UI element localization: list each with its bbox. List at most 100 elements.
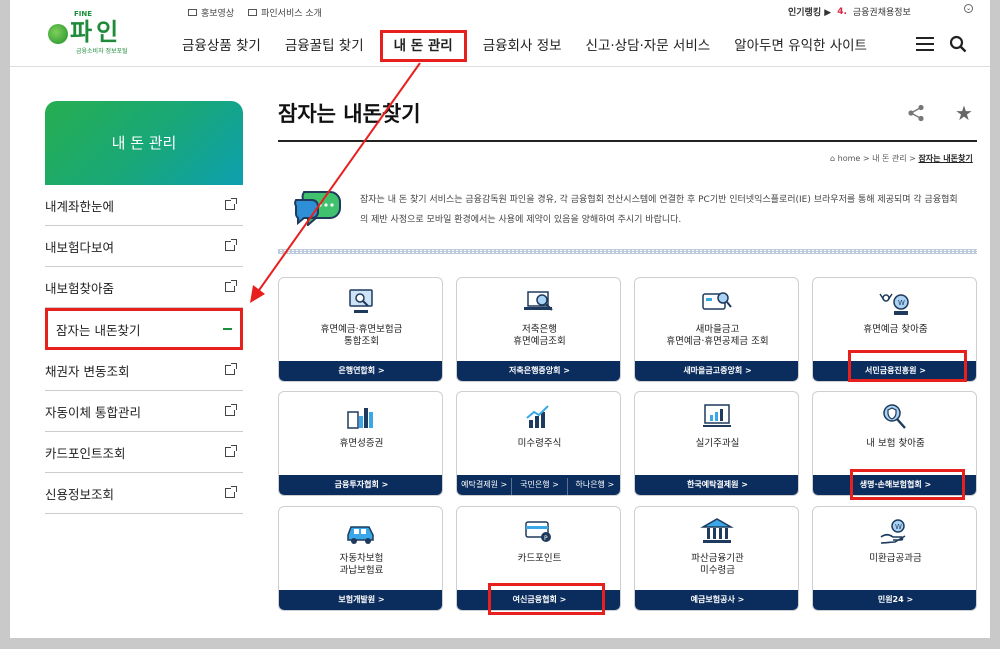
monitor-chart-icon [703, 404, 731, 427]
card-link[interactable]: 새마을금고중앙회 > [635, 361, 798, 381]
card-unclaimed-stock[interactable]: 미수령주식 예탁결제원 > 국민은행 > 하나은행 > [456, 391, 621, 496]
card-label: 휴면예금 찾아줌 [863, 324, 928, 335]
stock-chart-icon [526, 405, 549, 428]
nav-item-products[interactable]: 금융상품 찾기 [170, 30, 273, 62]
card-link[interactable]: 금융투자협회 > [279, 475, 442, 495]
external-link-icon [225, 280, 237, 292]
promo-video-link[interactable]: 홍보영상 [188, 6, 234, 19]
logo-subtitle: 금융소비자 정보포털 [76, 48, 128, 55]
sidebar-item-auto-transfer[interactable]: 자동이체 통합관리 [45, 391, 243, 432]
shield-search-icon [883, 404, 906, 429]
site-header: FINE 파인 금융소비자 정보포털 홍보영상 파인서비스 소개 인기랭킹 ▶ … [10, 0, 990, 67]
external-link-icon [225, 363, 237, 375]
main-nav: 금융상품 찾기 금융꿀팁 찾기 내 돈 관리 금융회사 정보 신고·상담·자문 … [170, 30, 879, 62]
card-link[interactable]: 국민은행 > [512, 478, 568, 495]
card-find-my-insurance[interactable]: 내 보험 찾아줌 생명·손해보험협회 > [812, 391, 977, 496]
sidebar-item-card-points[interactable]: 카드포인트조회 [45, 432, 243, 473]
logo-fine-text: FINE [74, 10, 93, 18]
sidebar-item-label: 잠자는 내돈찾기 [56, 322, 141, 338]
card-label: 미수령주식 [517, 438, 562, 449]
card-label: 휴면성증권 [339, 438, 384, 449]
ranking-label: 인기랭킹 ▶ [788, 8, 832, 18]
sidebar-item-label: 카드포인트조회 [45, 445, 126, 461]
bank-building-icon [700, 518, 734, 543]
sidebar-item-my-accounts[interactable]: 내계좌한눈에 [45, 185, 243, 226]
card-link[interactable]: 예금보험공사 > [635, 590, 798, 610]
menu-icon[interactable] [916, 37, 934, 51]
credit-card-icon: P [525, 521, 551, 542]
search-icon[interactable] [949, 35, 967, 53]
popular-ranking[interactable]: 인기랭킹 ▶ 4. 금융권채용정보 ⌄ [788, 4, 973, 18]
logo-name: 파인 [70, 18, 123, 46]
svg-text:P: P [544, 535, 548, 542]
card-link[interactable]: 예탁결제원 > [457, 478, 513, 495]
card-bankrupt-institution[interactable]: 파산금융기관 미수령금 예금보험공사 > [634, 506, 799, 611]
card-label: 휴면예금·휴면보험금 통합조회 [320, 324, 403, 347]
card-unrefunded-utilities[interactable]: W 미환급공과금 민원24 > [812, 506, 977, 611]
sidebar-item-label: 내보험찾아줌 [45, 280, 115, 296]
home-icon: ⌂ [830, 154, 836, 163]
sidebar-title: 내 돈 관리 [45, 101, 243, 185]
card-unclaimed-dividends[interactable]: 실기주과실 한국예탁결제원 > [634, 391, 799, 496]
sidebar-item-label: 내계좌한눈에 [45, 198, 115, 214]
card-card-points[interactable]: P 카드포인트 여신금융협회 > [456, 506, 621, 611]
chevron-down-icon[interactable]: ⌄ [964, 4, 973, 13]
nav-item-company-info[interactable]: 금융회사 정보 [471, 30, 574, 62]
page-title: 잠자는 내돈찾기 [278, 102, 421, 126]
site-logo[interactable]: FINE 파인 금융소비자 정보포털 [48, 10, 138, 55]
car-icon [347, 526, 374, 544]
svg-text:W: W [895, 523, 902, 531]
minus-icon [223, 328, 232, 330]
card-link[interactable]: 하나은행 > [568, 478, 620, 495]
sidebar-item-find-insurance[interactable]: 내보험찾아줌 [45, 267, 243, 308]
card-label: 내 보험 찾아줌 [866, 438, 925, 449]
video-icon [188, 9, 197, 16]
card-dormant-integrated[interactable]: 휴면예금·휴면보험금 통합조회 은행연합회 > [278, 277, 443, 382]
card-link[interactable]: 서민금융진흥원 > [813, 361, 976, 381]
browser-page: FINE 파인 금융소비자 정보포털 홍보영상 파인서비스 소개 인기랭킹 ▶ … [10, 0, 990, 638]
card-link[interactable]: 한국예탁결제원 > [635, 475, 798, 495]
service-intro-link[interactable]: 파인서비스 소개 [248, 6, 322, 19]
ranking-number: 4. [837, 6, 847, 17]
favorite-star-icon[interactable]: ★ [955, 101, 973, 125]
nav-item-report-service[interactable]: 신고·상담·자문 서비스 [574, 30, 723, 62]
laptop-search-icon [524, 291, 553, 311]
external-link-icon [225, 486, 237, 498]
sidebar: 내 돈 관리 내계좌한눈에 내보험다보여 내보험찾아줌 잠자는 내돈찾기 채권자… [45, 101, 243, 514]
breadcrumb-current[interactable]: 잠자는 내돈찾기 [918, 154, 972, 163]
card-link[interactable]: 여신금융협회 > [457, 590, 620, 610]
sidebar-item-my-insurance[interactable]: 내보험다보여 [45, 226, 243, 267]
card-link[interactable]: 저축은행중앙회 > [457, 361, 620, 381]
card-search-icon [702, 292, 732, 310]
card-link[interactable]: 생명·손해보험협회 > [813, 475, 976, 495]
sidebar-item-label: 내보험다보여 [45, 239, 115, 255]
card-dormant-securities[interactable]: 휴면성증권 금융투자협회 > [278, 391, 443, 496]
sidebar-item-creditor-change[interactable]: 채권자 변동조회 [45, 350, 243, 391]
card-find-dormant-deposit[interactable]: W 휴면예금 찾아줌 서민금융진흥원 > [812, 277, 977, 382]
sidebar-item-dormant-money[interactable]: 잠자는 내돈찾기 [45, 308, 243, 350]
people-coin-icon: W [879, 293, 909, 315]
svg-text:W: W [898, 299, 905, 307]
share-icon[interactable] [907, 104, 925, 122]
nav-item-useful-sites[interactable]: 알아두면 유익한 사이트 [722, 30, 879, 62]
nav-item-my-money[interactable]: 내 돈 관리 [379, 30, 467, 62]
card-label: 저축은행 휴면예금조회 [513, 324, 566, 347]
ranking-text: 금융권채용정보 [852, 8, 911, 18]
sidebar-menu: 내계좌한눈에 내보험다보여 내보험찾아줌 잠자는 내돈찾기 채권자 변동조회 자… [45, 185, 243, 514]
card-link[interactable]: 보험개발원 > [279, 590, 442, 610]
card-link[interactable]: 은행연합회 > [279, 361, 442, 381]
breadcrumb-home[interactable]: home [838, 154, 861, 163]
card-savings-bank[interactable]: 저축은행 휴면예금조회 저축은행중앙회 > [456, 277, 621, 382]
card-label: 자동차보험 과납보험료 [339, 553, 384, 576]
sidebar-item-credit-info[interactable]: 신용정보조회 [45, 473, 243, 514]
nav-item-tips[interactable]: 금융꿀팁 찾기 [273, 30, 376, 62]
breadcrumb-section[interactable]: 내 돈 관리 [872, 154, 907, 163]
sidebar-item-label: 채권자 변동조회 [45, 363, 130, 379]
card-label: 미환급공과금 [869, 553, 922, 564]
top-utility-links: 홍보영상 파인서비스 소개 [188, 6, 322, 19]
card-link[interactable]: 민원24 > [813, 590, 976, 610]
hand-coin-icon: W [880, 519, 906, 544]
monitor-search-icon [349, 289, 373, 313]
card-car-insurance[interactable]: 자동차보험 과납보험료 보험개발원 > [278, 506, 443, 611]
card-saemaeul[interactable]: 새마을금고 휴면예금·휴면공제금 조회 새마을금고중앙회 > [634, 277, 799, 382]
